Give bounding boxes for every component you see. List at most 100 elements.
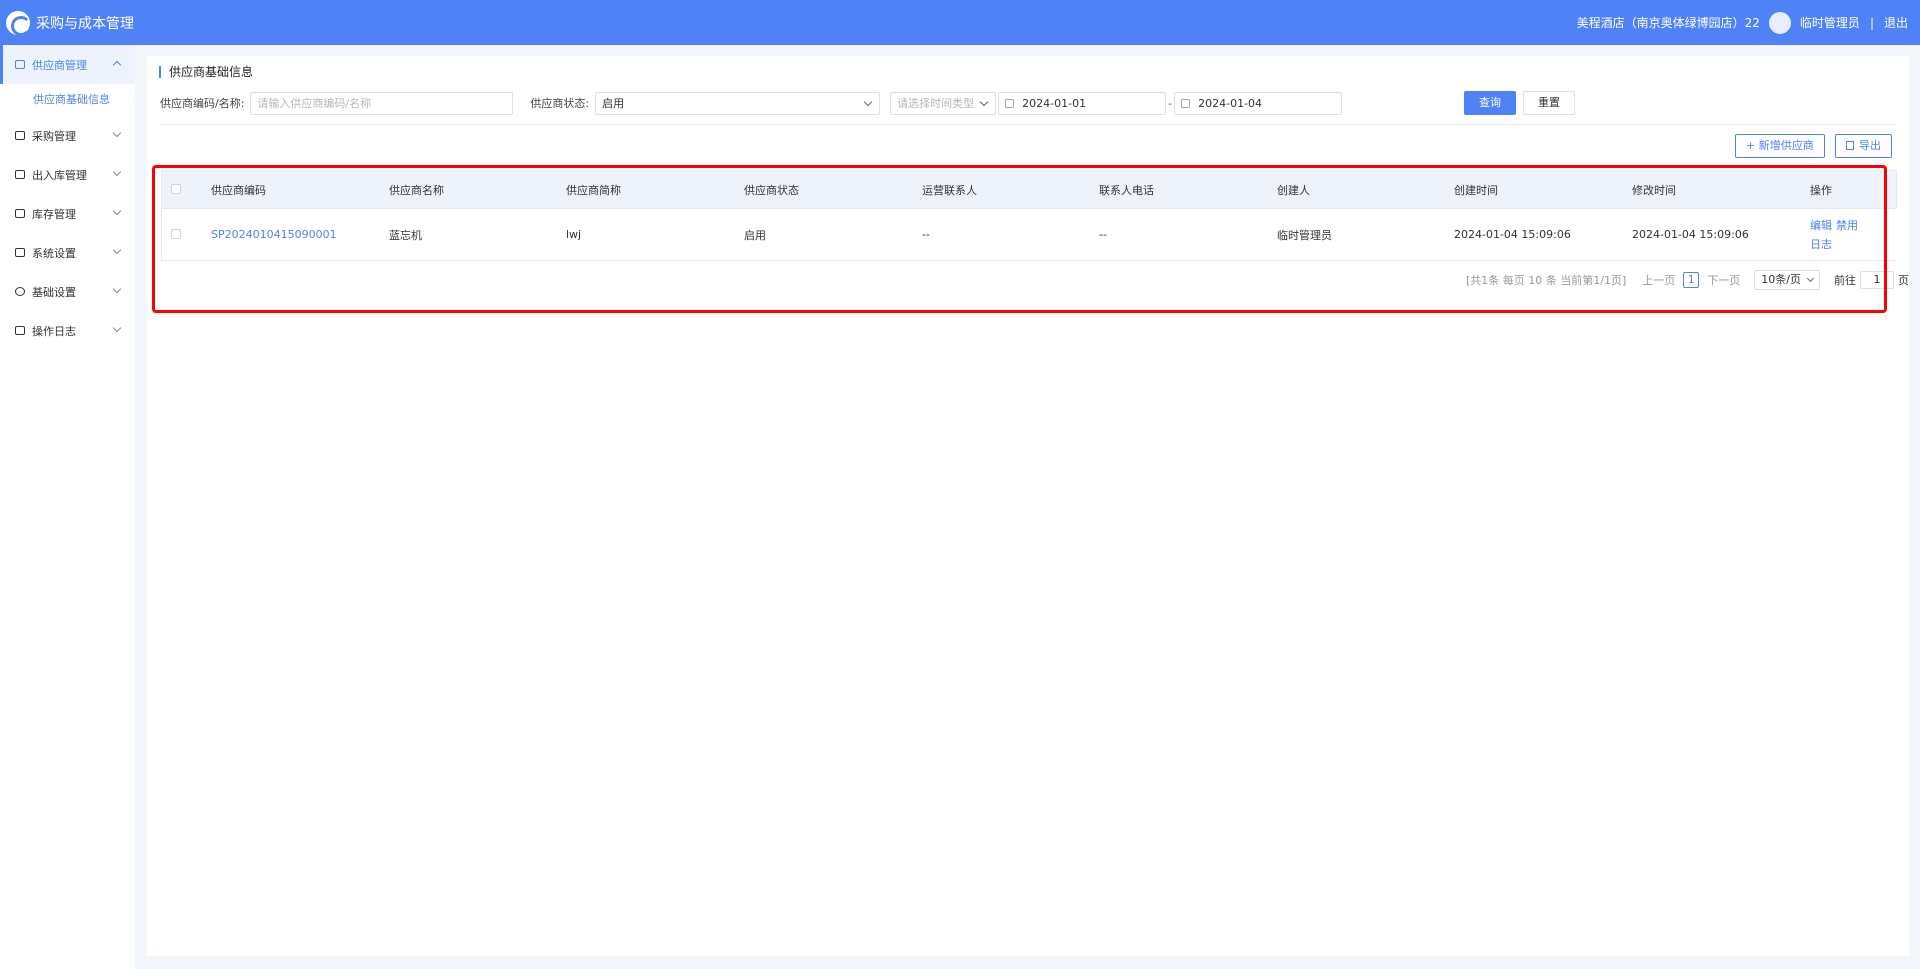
store-name[interactable]: 美程酒店（南京奥体绿博园店）22 [1577,14,1760,31]
export-button[interactable]: 导出 [1835,134,1892,158]
table-row: SP2024010415090001 蓝忘机 lwj 启用 -- -- 临时管理… [162,208,1898,260]
sidebar-item-purchase[interactable]: 采购管理 [0,116,135,155]
export-icon [1846,141,1854,150]
app-logo-icon [6,10,31,36]
start-date-input[interactable]: 2024-01-01 [998,91,1167,115]
sidebar-item-label: 采购管理 [32,129,76,143]
sidebar: 供应商管理 供应商基础信息 采购管理 出入库管理 库存管理 系统设置 基础设置 … [0,45,135,969]
row-checkbox[interactable] [171,229,181,239]
top-bar: 采购与成本管理 美程酒店（南京奥体绿博园店）22 临时管理员 | 退出 [0,0,1920,45]
end-date-input[interactable]: 2024-01-04 [1174,91,1343,115]
column-header[interactable]: 创建人 [1277,182,1310,198]
export-label: 导出 [1859,139,1881,152]
chevron-up-icon [112,60,122,70]
column-header[interactable]: 联系人电话 [1099,182,1154,198]
supplier-short-name: lwj [566,228,582,241]
date-separator: - [1168,96,1173,110]
column-header[interactable]: 供应商编码 [211,182,266,198]
prev-page-button[interactable]: 上一页 [1642,272,1675,288]
sidebar-item-system[interactable]: 系统设置 [0,233,135,272]
supplier-code-input[interactable]: 请输入供应商编码/名称 [250,91,514,115]
column-header[interactable]: 创建时间 [1454,182,1498,198]
pagination: [共1条 每页 10 条 当前第1/1页] 上一页 1 下一页 10条/页 前往… [1466,270,1909,290]
start-date-value: 2024-01-01 [1022,96,1087,110]
time-type-select[interactable]: 请选择时间类型 [890,91,997,115]
sidebar-item-inout[interactable]: 出入库管理 [0,155,135,194]
creator: 临时管理员 [1277,228,1332,242]
sidebar-item-label: 基础设置 [32,285,76,299]
column-header[interactable]: 运营联系人 [922,182,977,198]
column-header[interactable]: 修改时间 [1632,182,1676,198]
supplier-name: 蓝忘机 [389,228,422,242]
page-number-current[interactable]: 1 [1683,272,1700,288]
header-user-area: 美程酒店（南京奥体绿博园店）22 临时管理员 | 退出 [1577,0,1908,45]
log-link[interactable]: 日志 [1810,236,1832,252]
supplier-status-select[interactable]: 启用 [595,91,881,115]
chevron-down-icon [112,323,122,333]
column-header[interactable]: 供应商状态 [744,182,799,198]
calendar-icon [1181,98,1191,108]
supplier-status-value: 启用 [602,96,625,110]
chevron-down-icon [1806,274,1815,283]
column-header[interactable]: 供应商简称 [566,182,621,198]
main-card: 供应商基础信息 供应商编码/名称: 请输入供应商编码/名称 供应商状态: 启用 … [147,56,1909,956]
settings-icon [15,287,25,296]
time-type-placeholder: 请选择时间类型 [897,96,975,110]
sidebar-item-label: 出入库管理 [32,168,87,182]
inout-icon [15,170,25,179]
sidebar-item-label: 系统设置 [32,246,76,260]
disable-link[interactable]: 禁用 [1836,217,1858,233]
chevron-down-icon [863,97,873,106]
sidebar-item-log[interactable]: 操作日志 [0,311,135,350]
filter-divider [159,124,1897,125]
purchase-icon [15,131,25,140]
avatar[interactable] [1768,11,1791,34]
supplier-icon [15,60,25,69]
sidebar-item-supplier[interactable]: 供应商管理 [0,45,135,84]
chevron-down-icon [112,206,122,216]
sidebar-item-label: 供应商管理 [32,58,87,72]
sidebar-item-label: 操作日志 [32,324,76,338]
chevron-down-icon [112,128,122,138]
sidebar-subitem-supplier-info[interactable]: 供应商基础信息 [0,84,135,116]
query-button[interactable]: 查询 [1464,91,1516,115]
page-size-select[interactable]: 10条/页 [1754,270,1820,290]
column-header[interactable]: 供应商名称 [389,182,444,198]
supplier-code-label: 供应商编码/名称: [160,97,245,110]
goto-page-input[interactable]: 1 [1860,271,1894,289]
select-all-checkbox[interactable] [171,184,181,194]
chevron-down-icon [979,97,989,106]
contact-person: -- [922,228,930,241]
supplier-code-link[interactable]: SP2024010415090001 [211,228,337,241]
pagination-summary: [共1条 每页 10 条 当前第1/1页] [1466,274,1627,287]
modified-time: 2024-01-04 15:09:06 [1632,228,1749,241]
table-header: 供应商编码 供应商名称 供应商简称 供应商状态 运营联系人 联系人电话 创建人 … [162,171,1896,208]
log-icon [15,326,25,335]
sidebar-item-label: 库存管理 [32,207,76,221]
created-time: 2024-01-04 15:09:06 [1454,228,1571,241]
column-header: 操作 [1810,183,1832,197]
sidebar-item-settings[interactable]: 基础设置 [0,272,135,311]
edit-link[interactable]: 编辑 [1810,217,1832,233]
sidebar-item-inventory[interactable]: 库存管理 [0,194,135,233]
supplier-status-label: 供应商状态: [530,97,590,110]
add-supplier-button[interactable]: + 新增供应商 [1735,134,1825,158]
goto-unit: 页 [1898,274,1909,287]
header-divider: | [1869,15,1874,30]
page-size-value: 10条/页 [1761,273,1801,286]
app-title: 采购与成本管理 [36,15,134,32]
user-name[interactable]: 临时管理员 [1800,14,1860,31]
goto-label: 前往 [1834,274,1856,287]
system-icon [15,248,25,257]
logout-link[interactable]: 退出 [1884,14,1908,31]
next-page-button[interactable]: 下一页 [1707,272,1740,288]
chevron-down-icon [112,167,122,177]
filter-bar: 供应商编码/名称: 请输入供应商编码/名称 供应商状态: 启用 请选择时间类型 … [160,91,1343,115]
reset-button[interactable]: 重置 [1523,91,1575,115]
calendar-icon [1005,98,1015,108]
page-title: 供应商基础信息 [159,66,253,78]
contact-phone: -- [1099,228,1107,241]
end-date-value: 2024-01-04 [1198,96,1263,110]
supplier-table: 供应商编码 供应商名称 供应商简称 供应商状态 运营联系人 联系人电话 创建人 … [161,170,1898,261]
chevron-down-icon [112,245,122,255]
